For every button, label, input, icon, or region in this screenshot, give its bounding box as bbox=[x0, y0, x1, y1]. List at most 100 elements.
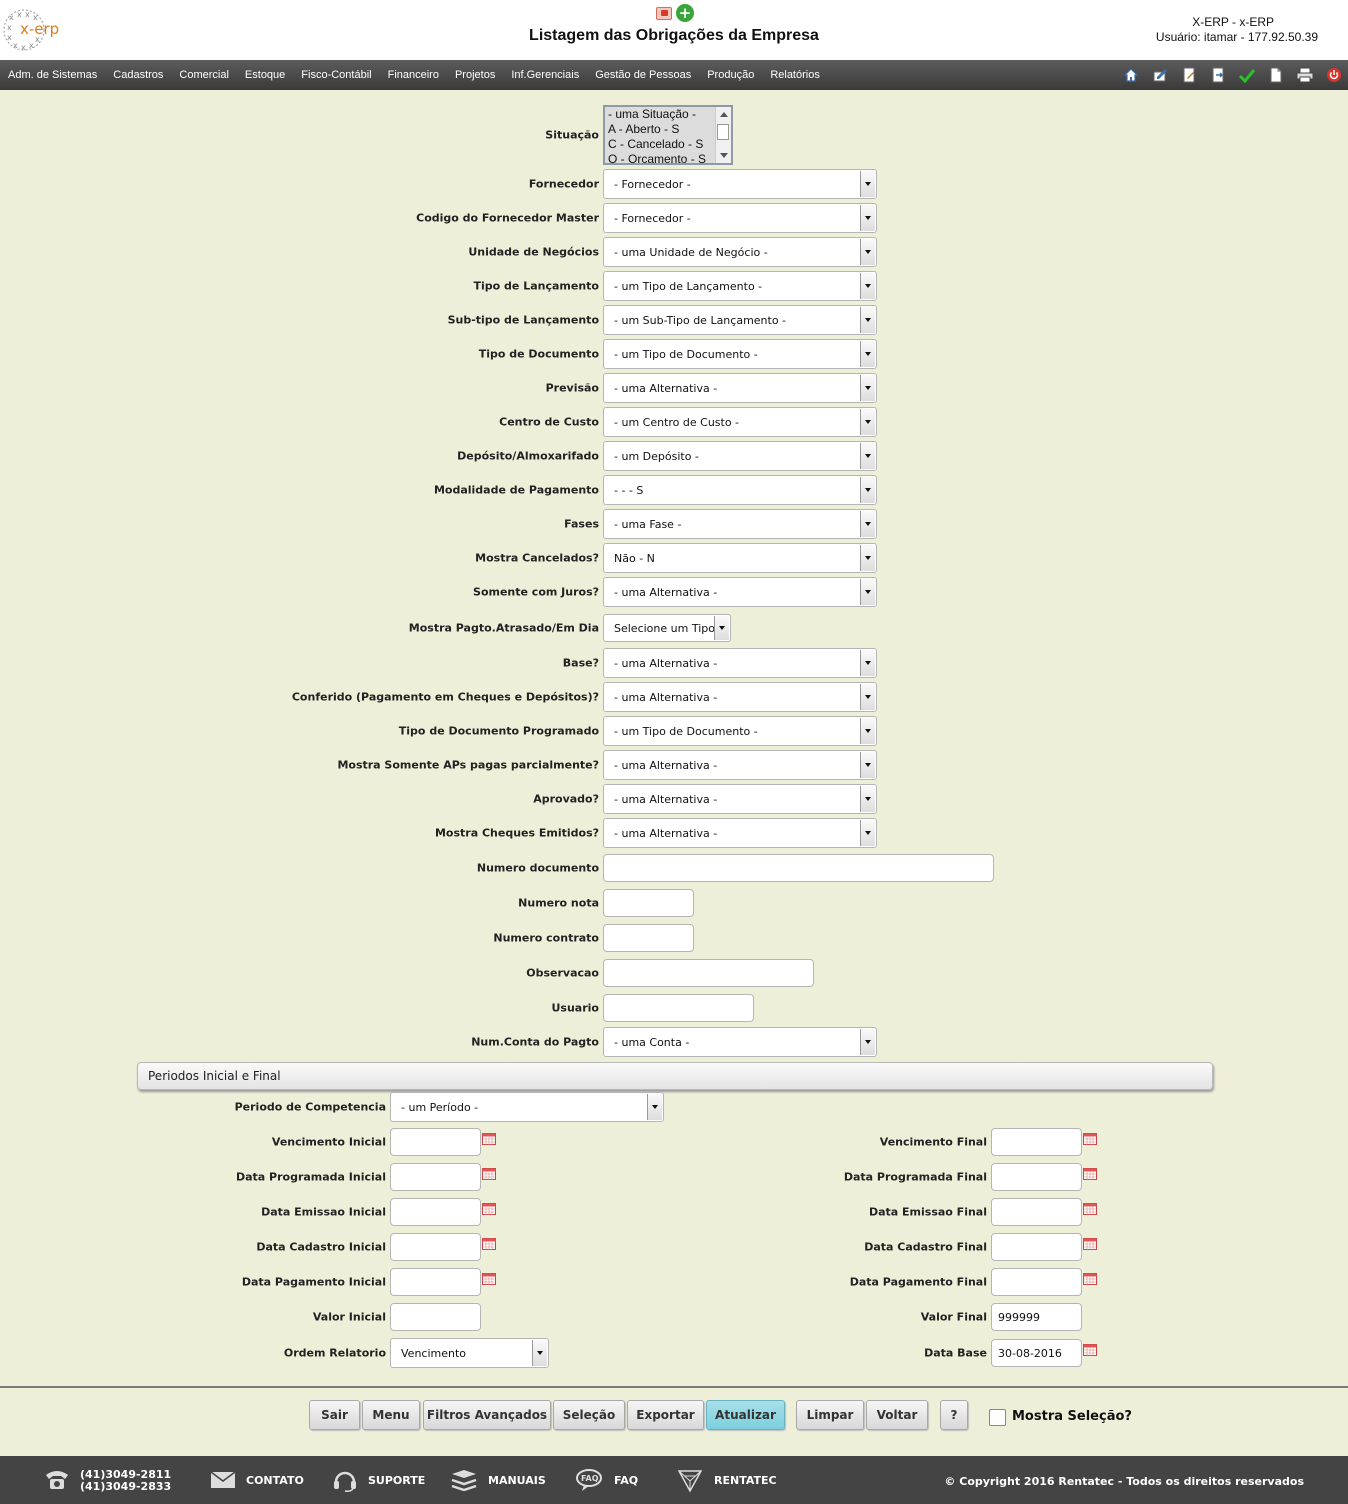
chevron-down-icon[interactable] bbox=[860, 684, 875, 710]
subtipo-lancamento-select[interactable]: - um Sub-Tipo de Lançamento - bbox=[603, 305, 877, 335]
fornecedor-select[interactable]: - Fornecedor - bbox=[603, 169, 877, 199]
chevron-down-icon[interactable] bbox=[860, 273, 875, 299]
voltar-button[interactable]: Voltar bbox=[866, 1400, 928, 1430]
menu-adm-sistemas[interactable]: Adm. de Sistemas bbox=[0, 69, 105, 81]
menu-button[interactable]: Menu bbox=[362, 1400, 420, 1430]
menu-inf-gerenciais[interactable]: Inf.Gerenciais bbox=[503, 69, 587, 81]
chevron-down-icon[interactable] bbox=[532, 1340, 547, 1366]
sair-button[interactable]: Sair bbox=[309, 1400, 360, 1430]
vencimento-final-input[interactable] bbox=[991, 1128, 1082, 1156]
chevron-down-icon[interactable] bbox=[860, 239, 875, 265]
data-emissao-inicial-input[interactable] bbox=[390, 1198, 481, 1226]
valor-inicial-input[interactable] bbox=[390, 1303, 481, 1331]
chevron-down-icon[interactable] bbox=[860, 545, 875, 571]
numero-documento-input[interactable] bbox=[603, 854, 994, 882]
fornecedor-master-select[interactable]: - Fornecedor - bbox=[603, 203, 877, 233]
calendar-icon[interactable] bbox=[1083, 1203, 1097, 1215]
footer-suporte-link[interactable]: SUPORTE bbox=[332, 1456, 425, 1504]
unidade-negocios-select[interactable]: - uma Unidade de Negócio - bbox=[603, 237, 877, 267]
menu-fisco-contabil[interactable]: Fisco-Contábil bbox=[293, 69, 379, 81]
check-icon[interactable] bbox=[1237, 65, 1257, 85]
tipo-documento-select[interactable]: - um Tipo de Documento - bbox=[603, 339, 877, 369]
new-document-icon[interactable] bbox=[1266, 65, 1286, 85]
chevron-down-icon[interactable] bbox=[860, 1029, 875, 1055]
observacao-input[interactable] bbox=[603, 959, 814, 987]
chevron-down-icon[interactable] bbox=[860, 718, 875, 744]
chevron-down-icon[interactable] bbox=[860, 341, 875, 367]
menu-cadastros[interactable]: Cadastros bbox=[105, 69, 171, 81]
footer-contato-link[interactable]: CONTATO bbox=[210, 1456, 304, 1504]
tipo-lancamento-select[interactable]: - um Tipo de Lançamento - bbox=[603, 271, 877, 301]
menu-relatorios[interactable]: Relatórios bbox=[762, 69, 828, 81]
aprovado-select[interactable]: - uma Alternativa - bbox=[603, 784, 877, 814]
chevron-down-icon[interactable] bbox=[860, 786, 875, 812]
situacao-option[interactable]: A - Aberto - S bbox=[605, 122, 731, 137]
calendar-icon[interactable] bbox=[482, 1168, 496, 1180]
data-programada-final-input[interactable] bbox=[991, 1163, 1082, 1191]
conta-pagto-select[interactable]: - uma Conta - bbox=[603, 1027, 877, 1057]
somente-juros-select[interactable]: - uma Alternativa - bbox=[603, 577, 877, 607]
scroll-thumb[interactable] bbox=[717, 124, 729, 140]
menu-projetos[interactable]: Projetos bbox=[447, 69, 503, 81]
menu-comercial[interactable]: Comercial bbox=[171, 69, 237, 81]
calendar-icon[interactable] bbox=[1083, 1133, 1097, 1145]
aps-parciais-select[interactable]: - uma Alternativa - bbox=[603, 750, 877, 780]
tipo-doc-programado-select[interactable]: - um Tipo de Documento - bbox=[603, 716, 877, 746]
conferido-select[interactable]: - uma Alternativa - bbox=[603, 682, 877, 712]
chevron-down-icon[interactable] bbox=[860, 307, 875, 333]
periodos-section-header[interactable]: Periodos Inicial e Final bbox=[137, 1062, 1213, 1090]
calendar-icon[interactable] bbox=[482, 1238, 496, 1250]
situacao-option[interactable]: - uma Situação - bbox=[605, 107, 731, 122]
situacao-option[interactable]: O - Orcamento - S bbox=[605, 152, 731, 163]
pagto-atrasado-select[interactable]: Selecione um Tipo bbox=[603, 614, 731, 642]
power-icon[interactable] bbox=[1324, 65, 1344, 85]
data-pagamento-final-input[interactable] bbox=[991, 1268, 1082, 1296]
menu-financeiro[interactable]: Financeiro bbox=[380, 69, 447, 81]
modalidade-pagamento-select[interactable]: - - - S bbox=[603, 475, 877, 505]
print-icon[interactable] bbox=[1295, 65, 1315, 85]
chevron-down-icon[interactable] bbox=[860, 409, 875, 435]
calendar-icon[interactable] bbox=[482, 1133, 496, 1145]
deposito-select[interactable]: - um Depósito - bbox=[603, 441, 877, 471]
base-select[interactable]: - uma Alternativa - bbox=[603, 648, 877, 678]
calendar-icon[interactable] bbox=[482, 1273, 496, 1285]
chevron-down-icon[interactable] bbox=[860, 752, 875, 778]
selecao-button[interactable]: Seleção bbox=[553, 1400, 625, 1430]
menu-gestao-pessoas[interactable]: Gestão de Pessoas bbox=[587, 69, 699, 81]
menu-producao[interactable]: Produção bbox=[699, 69, 762, 81]
footer-rentatec-link[interactable]: RENTATEC bbox=[676, 1456, 777, 1504]
add-icon[interactable]: + bbox=[676, 4, 694, 22]
ordem-relatorio-select[interactable]: Vencimento bbox=[390, 1338, 549, 1368]
chevron-down-icon[interactable] bbox=[860, 579, 875, 605]
situacao-listbox[interactable]: - uma Situação - A - Aberto - S C - Canc… bbox=[603, 105, 733, 165]
data-emissao-final-input[interactable] bbox=[991, 1198, 1082, 1226]
calendar-icon[interactable] bbox=[1083, 1238, 1097, 1250]
chevron-down-icon[interactable] bbox=[647, 1094, 662, 1120]
chevron-down-icon[interactable] bbox=[860, 820, 875, 846]
mostra-selecao-checkbox[interactable] bbox=[989, 1409, 1006, 1426]
mostra-cancelados-select[interactable]: Não - N bbox=[603, 543, 877, 573]
calendar-icon[interactable] bbox=[1083, 1168, 1097, 1180]
document-edit-icon[interactable] bbox=[1179, 65, 1199, 85]
chevron-down-icon[interactable] bbox=[860, 443, 875, 469]
chevron-down-icon[interactable] bbox=[860, 171, 875, 197]
usuario-input[interactable] bbox=[603, 994, 754, 1022]
data-cadastro-inicial-input[interactable] bbox=[390, 1233, 481, 1261]
atualizar-button[interactable]: Atualizar bbox=[706, 1400, 785, 1430]
scroll-down-icon[interactable] bbox=[720, 153, 728, 158]
chevron-down-icon[interactable] bbox=[714, 616, 729, 640]
valor-final-input[interactable]: 999999 bbox=[991, 1303, 1082, 1331]
fases-select[interactable]: - uma Fase - bbox=[603, 509, 877, 539]
menu-estoque[interactable]: Estoque bbox=[237, 69, 293, 81]
edit-icon[interactable] bbox=[1150, 65, 1170, 85]
previsao-select[interactable]: - uma Alternativa - bbox=[603, 373, 877, 403]
situacao-option[interactable]: C - Cancelado - S bbox=[605, 137, 731, 152]
numero-contrato-input[interactable] bbox=[603, 924, 694, 952]
vencimento-inicial-input[interactable] bbox=[390, 1128, 481, 1156]
chevron-down-icon[interactable] bbox=[860, 477, 875, 503]
data-pagamento-inicial-input[interactable] bbox=[390, 1268, 481, 1296]
chevron-down-icon[interactable] bbox=[860, 205, 875, 231]
calendar-icon[interactable] bbox=[1083, 1273, 1097, 1285]
data-cadastro-final-input[interactable] bbox=[991, 1233, 1082, 1261]
filtros-avancados-button[interactable]: Filtros Avançados bbox=[423, 1400, 551, 1430]
